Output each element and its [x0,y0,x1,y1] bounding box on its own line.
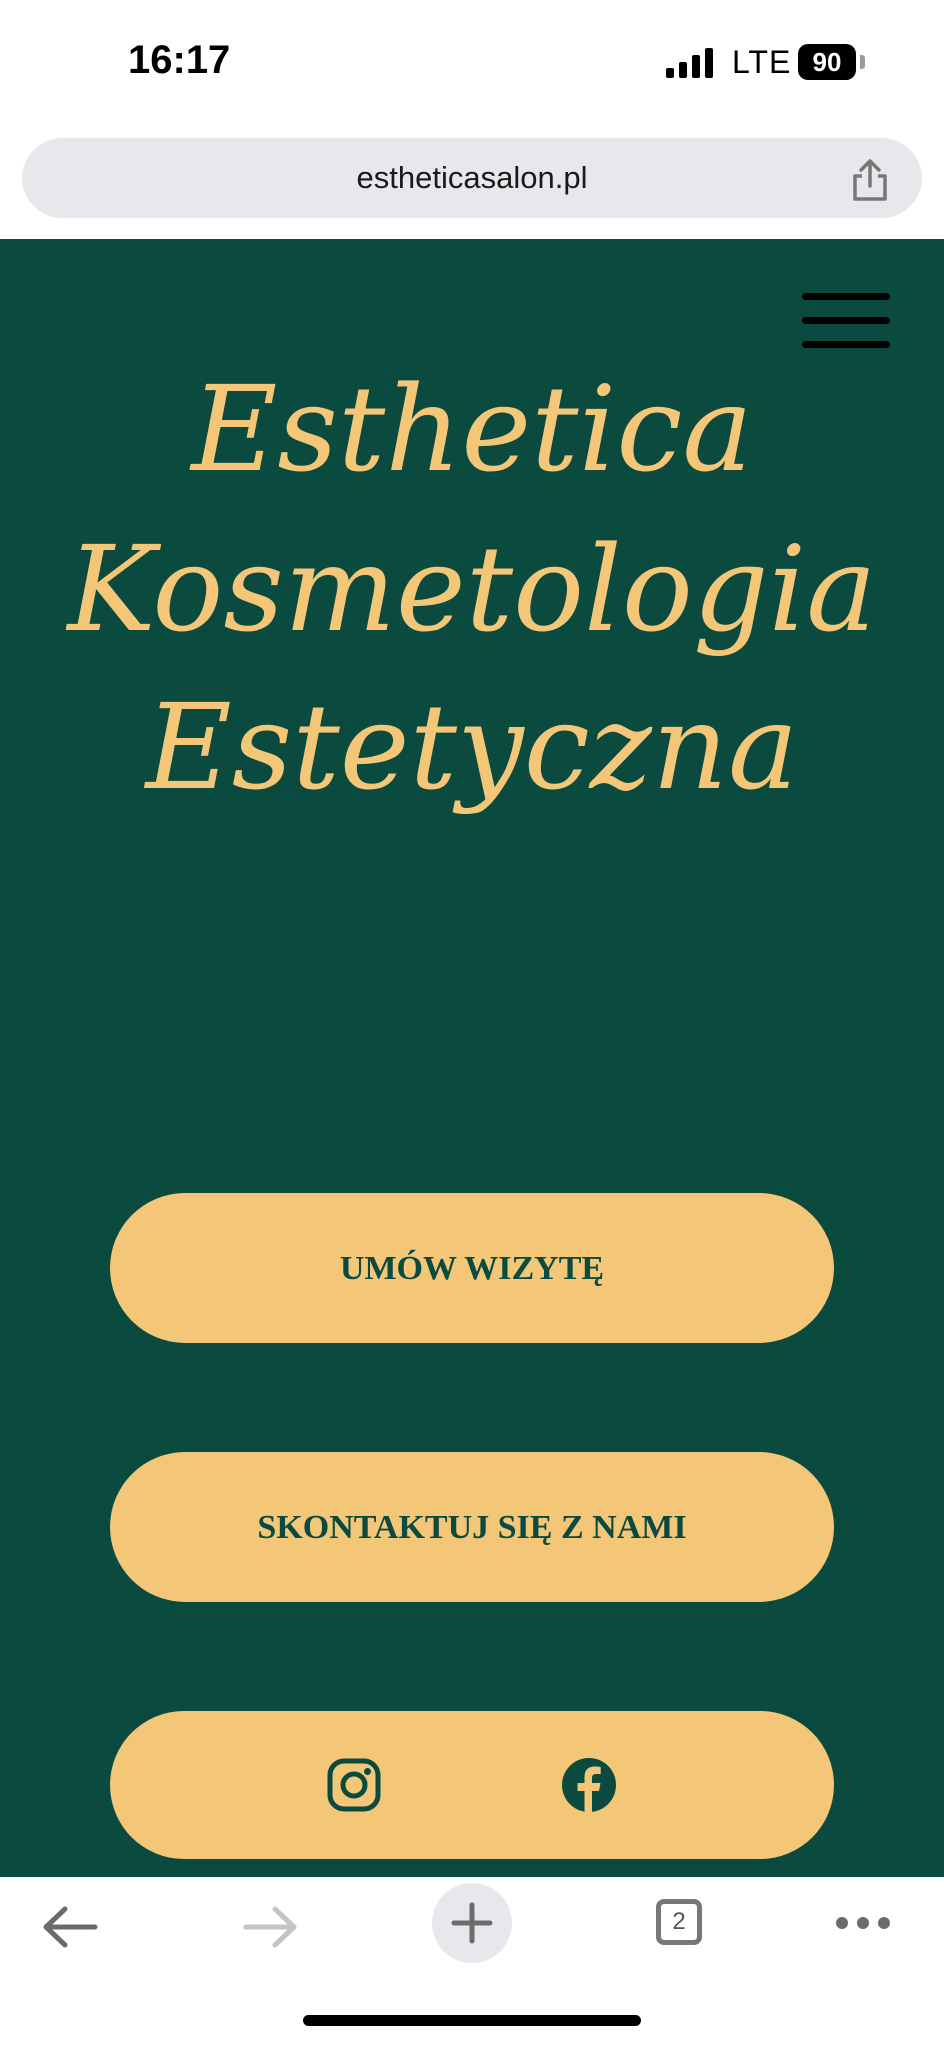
arrow-left-icon[interactable] [20,1879,120,1979]
instagram-icon[interactable] [326,1757,382,1813]
battery-icon: 90 [798,44,866,80]
status-time: 16:17 [128,38,231,82]
brand-title-line-3: Estetyczna [145,678,799,816]
url-text[interactable]: estheticasalon.pl [22,138,922,218]
share-icon[interactable] [848,158,892,202]
book-appointment-button[interactable]: UMÓW WIZYTĘ [110,1193,834,1343]
hamburger-menu-icon[interactable] [802,293,890,349]
battery-level: 90 [798,44,856,80]
signal-icon [666,48,713,78]
facebook-icon[interactable] [561,1757,617,1813]
arrow-right-icon[interactable] [220,1879,320,1979]
plus-icon [451,1902,493,1944]
tabs-button[interactable]: 2 [640,1877,740,1977]
tabs-count: 2 [656,1899,702,1945]
brand-title-line-2: Kosmetologia [67,520,877,658]
hero-section: Esthetica Kosmetologia Estetyczna UMÓW W… [0,239,944,1877]
brand-title-line-1: Esthetica [191,360,753,498]
status-bar: 16:17 LTE 90 [0,0,944,130]
contact-us-button[interactable]: SKONTAKTUJ SIĘ Z NAMI [110,1452,834,1602]
home-indicator [303,2015,641,2026]
url-bar[interactable]: estheticasalon.pl [22,138,922,218]
new-tab-button[interactable] [432,1883,512,1963]
network-label: LTE [732,44,792,80]
more-dots-icon[interactable] [820,1877,920,1977]
battery-tip [860,55,865,69]
social-links-bar [110,1711,834,1859]
